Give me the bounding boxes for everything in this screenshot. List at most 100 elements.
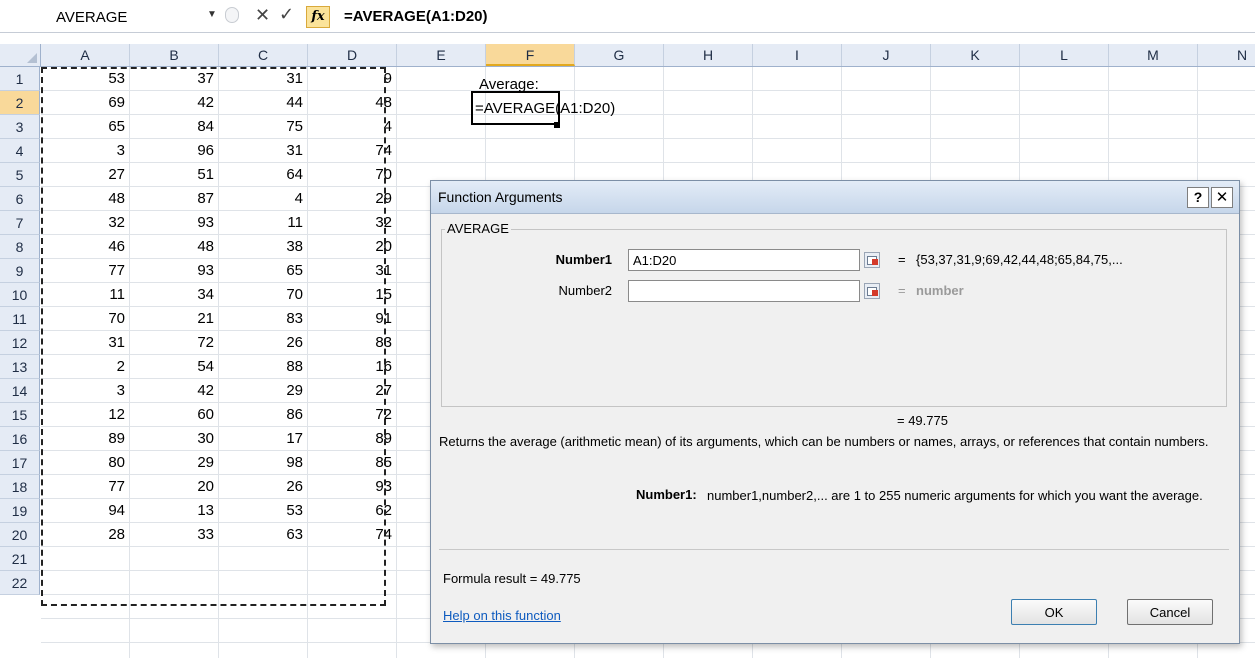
number2-input[interactable] (628, 280, 860, 302)
collapse-dialog-icon[interactable] (864, 283, 880, 299)
cell-b17[interactable]: 29 (130, 451, 214, 475)
cell-c12[interactable]: 26 (219, 331, 303, 355)
help-button[interactable]: ? (1187, 187, 1209, 208)
cell-c2[interactable]: 44 (219, 91, 303, 115)
row-header-14[interactable]: 14 (0, 379, 40, 403)
cell-d4[interactable]: 74 (308, 139, 392, 163)
cell-a14[interactable]: 3 (41, 379, 125, 403)
cell-a13[interactable]: 2 (41, 355, 125, 379)
cell-c13[interactable]: 88 (219, 355, 303, 379)
row-header-12[interactable]: 12 (0, 331, 40, 355)
cell-b13[interactable]: 54 (130, 355, 214, 379)
row-header-5[interactable]: 5 (0, 163, 40, 187)
cell-c9[interactable]: 65 (219, 259, 303, 283)
cancel-entry-button[interactable]: ✕ (255, 5, 270, 26)
cell-b14[interactable]: 42 (130, 379, 214, 403)
cell-d20[interactable]: 74 (308, 523, 392, 547)
column-header-c[interactable]: C (219, 44, 308, 66)
cell-d19[interactable]: 62 (308, 499, 392, 523)
cell-a16[interactable]: 89 (41, 427, 125, 451)
column-header-a[interactable]: A (41, 44, 130, 66)
cell-a2[interactable]: 69 (41, 91, 125, 115)
cell-a6[interactable]: 48 (41, 187, 125, 211)
cell-c18[interactable]: 26 (219, 475, 303, 499)
cell-c15[interactable]: 86 (219, 403, 303, 427)
fill-handle[interactable] (554, 122, 560, 128)
row-header-17[interactable]: 17 (0, 451, 40, 475)
formula-input[interactable]: =AVERAGE(A1:D20) (344, 8, 488, 25)
help-on-function-link[interactable]: Help on this function (443, 608, 561, 623)
name-box-dropdown-icon[interactable]: ▼ (207, 9, 217, 20)
cell-d2[interactable]: 48 (308, 91, 392, 115)
cell-c16[interactable]: 17 (219, 427, 303, 451)
cell-b5[interactable]: 51 (130, 163, 214, 187)
row-header-21[interactable]: 21 (0, 547, 40, 571)
row-header-3[interactable]: 3 (0, 115, 40, 139)
cell-d5[interactable]: 70 (308, 163, 392, 187)
cell-b20[interactable]: 33 (130, 523, 214, 547)
row-header-8[interactable]: 8 (0, 235, 40, 259)
row-header-15[interactable]: 15 (0, 403, 40, 427)
cell-b16[interactable]: 30 (130, 427, 214, 451)
collapse-dialog-icon[interactable] (864, 252, 880, 268)
cell-c3[interactable]: 75 (219, 115, 303, 139)
column-header-e[interactable]: E (397, 44, 486, 66)
cell-a20[interactable]: 28 (41, 523, 125, 547)
row-header-19[interactable]: 19 (0, 499, 40, 523)
cell-c4[interactable]: 31 (219, 139, 303, 163)
cell-a17[interactable]: 80 (41, 451, 125, 475)
cell-d7[interactable]: 32 (308, 211, 392, 235)
column-header-j[interactable]: J (842, 44, 931, 66)
cell-c7[interactable]: 11 (219, 211, 303, 235)
row-header-2[interactable]: 2 (0, 91, 40, 115)
cell-b15[interactable]: 60 (130, 403, 214, 427)
column-header-l[interactable]: L (1020, 44, 1109, 66)
cell-a10[interactable]: 11 (41, 283, 125, 307)
cell-d3[interactable]: 4 (308, 115, 392, 139)
name-box[interactable]: AVERAGE (56, 9, 156, 26)
row-header-7[interactable]: 7 (0, 211, 40, 235)
number1-input[interactable] (628, 249, 860, 271)
cell-b10[interactable]: 34 (130, 283, 214, 307)
cell-b3[interactable]: 84 (130, 115, 214, 139)
cell-c1[interactable]: 31 (219, 67, 303, 91)
cell-a8[interactable]: 46 (41, 235, 125, 259)
cell-a9[interactable]: 77 (41, 259, 125, 283)
cell-d6[interactable]: 29 (308, 187, 392, 211)
column-header-n[interactable]: N (1198, 44, 1255, 66)
cell-d8[interactable]: 20 (308, 235, 392, 259)
column-header-b[interactable]: B (130, 44, 219, 66)
cell-d14[interactable]: 27 (308, 379, 392, 403)
cell-d11[interactable]: 91 (308, 307, 392, 331)
insert-function-button[interactable]: fx (306, 6, 330, 28)
cell-d17[interactable]: 85 (308, 451, 392, 475)
cell-a7[interactable]: 32 (41, 211, 125, 235)
cell-a3[interactable]: 65 (41, 115, 125, 139)
cell-d16[interactable]: 89 (308, 427, 392, 451)
cancel-button[interactable]: Cancel (1127, 599, 1213, 625)
column-header-k[interactable]: K (931, 44, 1020, 66)
cell-d10[interactable]: 15 (308, 283, 392, 307)
enter-button[interactable]: ✓ (279, 4, 294, 25)
row-header-11[interactable]: 11 (0, 307, 40, 331)
column-header-m[interactable]: M (1109, 44, 1198, 66)
cell-a4[interactable]: 3 (41, 139, 125, 163)
cell-b4[interactable]: 96 (130, 139, 214, 163)
cell-c19[interactable]: 53 (219, 499, 303, 523)
row-header-9[interactable]: 9 (0, 259, 40, 283)
cell-b19[interactable]: 13 (130, 499, 214, 523)
row-header-6[interactable]: 6 (0, 187, 40, 211)
cell-a12[interactable]: 31 (41, 331, 125, 355)
cell-c20[interactable]: 63 (219, 523, 303, 547)
row-header-10[interactable]: 10 (0, 283, 40, 307)
cell-d18[interactable]: 93 (308, 475, 392, 499)
row-header-13[interactable]: 13 (0, 355, 40, 379)
row-header-4[interactable]: 4 (0, 139, 40, 163)
cell-d12[interactable]: 83 (308, 331, 392, 355)
cell-c10[interactable]: 70 (219, 283, 303, 307)
dialog-title-bar[interactable]: Function Arguments ? ✕ (431, 181, 1239, 214)
cell-a18[interactable]: 77 (41, 475, 125, 499)
cell-a11[interactable]: 70 (41, 307, 125, 331)
row-header-1[interactable]: 1 (0, 67, 40, 91)
close-icon[interactable]: ✕ (1211, 187, 1233, 208)
